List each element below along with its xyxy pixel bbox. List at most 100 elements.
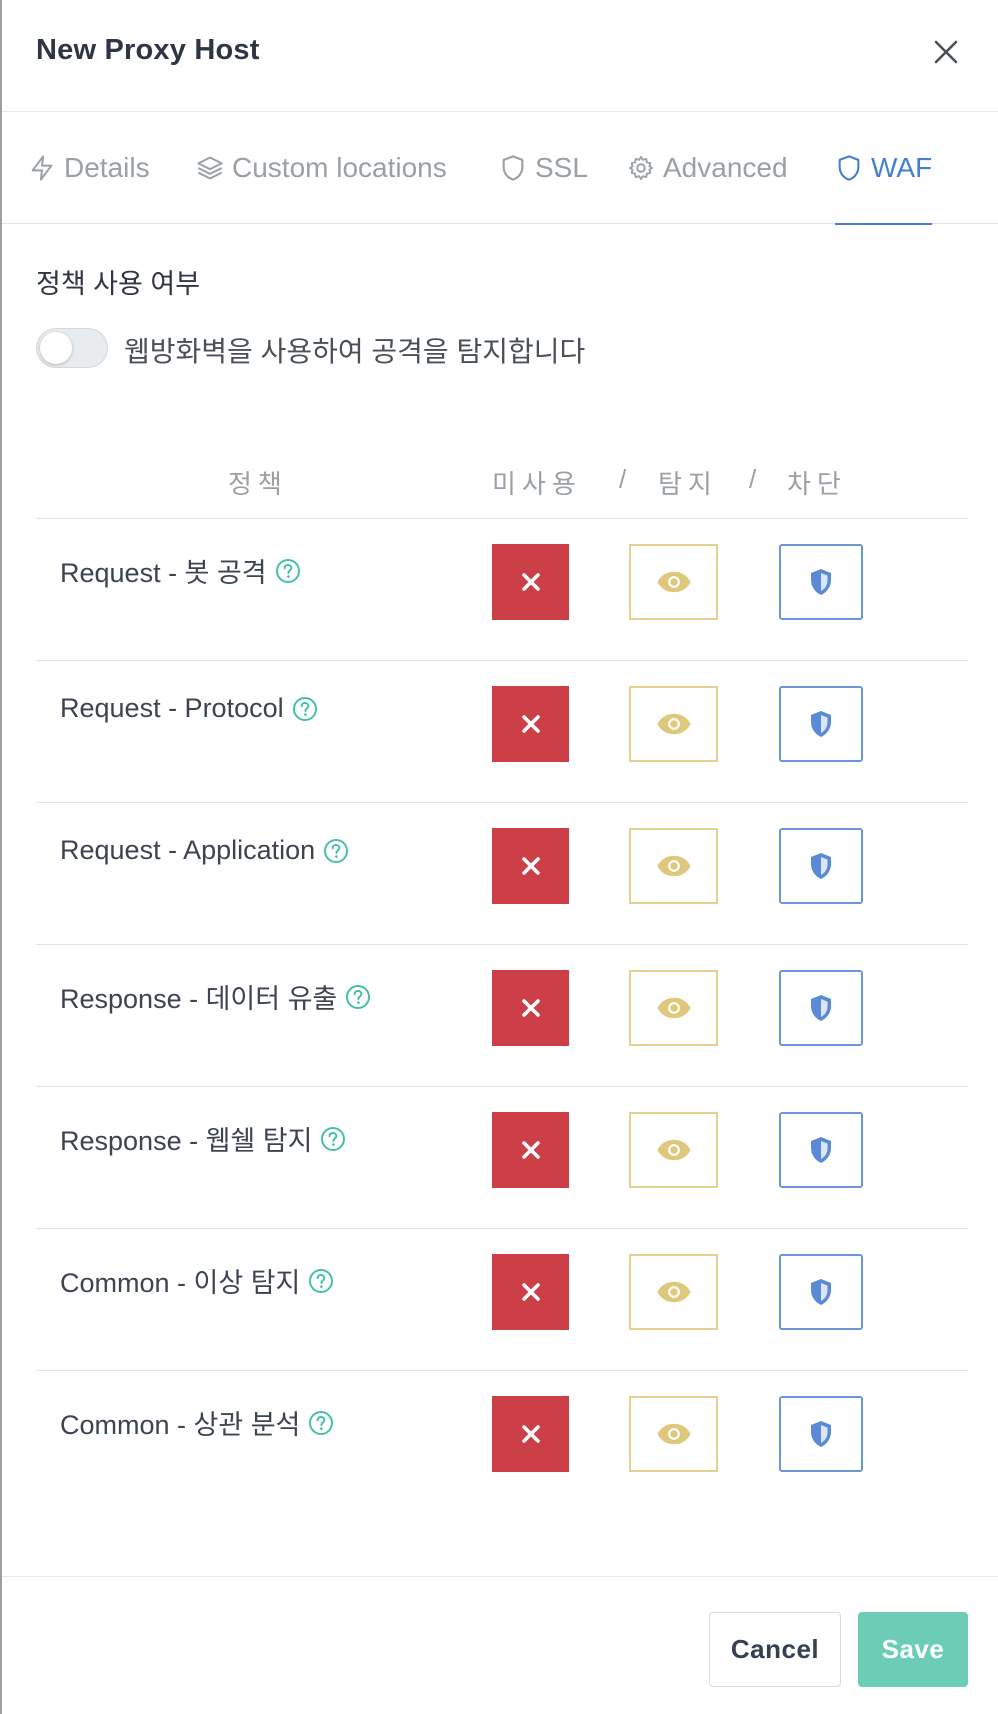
shield-icon [811, 711, 831, 737]
lightning-icon [31, 155, 53, 181]
close-icon [521, 715, 540, 733]
tab-label: Custom locations [232, 152, 447, 183]
policy-name: Common - 이상 탐지 [60, 1268, 301, 1298]
waf-toggle[interactable] [36, 328, 108, 368]
detect-button[interactable] [629, 544, 718, 620]
detect-button[interactable] [629, 828, 718, 904]
column-header-block: 차단 [787, 469, 847, 499]
policy-row: Common - 이상 탐지 [36, 1228, 968, 1370]
tab-waf[interactable]: WAF [835, 112, 933, 225]
policy-label-group: Response - 웹쉘 탐지 [60, 1119, 346, 1158]
detect-button[interactable] [629, 1396, 718, 1472]
toggle-knob [40, 332, 72, 364]
disable-button[interactable] [492, 828, 569, 904]
eye-icon [656, 571, 691, 593]
tab-label: SSL [535, 152, 588, 183]
shield-icon [838, 155, 860, 181]
shield-icon [811, 1137, 831, 1163]
tab-label: WAF [871, 152, 933, 183]
eye-icon [656, 713, 691, 735]
tab-label: Advanced [663, 152, 788, 183]
policy-label-group: Request - Protocol [60, 693, 318, 724]
close-icon [934, 40, 958, 64]
waf-toggle-label: 웹방화벽을 사용하여 공격을 탐지합니다 [124, 336, 586, 367]
disable-button[interactable] [492, 1112, 569, 1188]
policy-label-group: Response - 데이터 유출 [60, 977, 371, 1016]
close-icon [521, 857, 540, 875]
shield-icon [811, 1421, 831, 1447]
cancel-button[interactable]: Cancel [709, 1612, 841, 1687]
help-icon[interactable] [308, 1268, 334, 1294]
help-icon[interactable] [292, 696, 318, 722]
policy-label-group: Common - 상관 분석 [60, 1403, 334, 1442]
policy-label-group: Request - 봇 공격 [60, 551, 301, 590]
shield-icon [811, 1279, 831, 1305]
help-icon[interactable] [275, 558, 301, 584]
tab-advanced[interactable]: Advanced [627, 112, 788, 224]
tab-details[interactable]: Details [28, 112, 150, 224]
close-icon [521, 1425, 540, 1443]
close-icon [521, 1141, 540, 1159]
policy-name: Request - Application [60, 835, 316, 865]
tab-ssl[interactable]: SSL [499, 112, 588, 224]
modal-title: New Proxy Host [36, 34, 260, 66]
close-icon [521, 573, 540, 591]
help-icon[interactable] [308, 1410, 334, 1436]
modal-footer: Cancel Save [2, 1576, 998, 1714]
detect-button[interactable] [629, 686, 718, 762]
block-button[interactable] [779, 828, 863, 904]
disable-button[interactable] [492, 1254, 569, 1330]
proxy-host-modal: New Proxy Host Details Custom locations … [0, 0, 998, 1714]
policy-row: Request - Application [36, 802, 968, 944]
eye-icon [656, 1281, 691, 1303]
column-separator: / [619, 464, 627, 494]
tab-label: Details [64, 152, 150, 183]
policy-name: Request - 봇 공격 [60, 558, 267, 588]
disable-button[interactable] [492, 686, 569, 762]
eye-icon [656, 1423, 691, 1445]
block-button[interactable] [779, 686, 863, 762]
close-icon [521, 999, 540, 1017]
disable-button[interactable] [492, 1396, 569, 1472]
policy-label-group: Common - 이상 탐지 [60, 1261, 334, 1300]
modal-header: New Proxy Host [2, 0, 998, 112]
shield-icon [502, 155, 524, 181]
help-icon[interactable] [320, 1126, 346, 1152]
block-button[interactable] [779, 1254, 863, 1330]
eye-icon [656, 997, 691, 1019]
column-header-policy: 정책 [228, 469, 288, 499]
close-icon [521, 1283, 540, 1301]
waf-enable-label: 정책 사용 여부 [36, 269, 201, 299]
shield-icon [811, 569, 831, 595]
shield-icon [811, 853, 831, 879]
policy-row: Request - 봇 공격 [36, 518, 968, 660]
policy-row: Response - 웹쉘 탐지 [36, 1086, 968, 1228]
tab-bar: Details Custom locations SSL Advanced WA… [2, 112, 998, 225]
column-header-detect: 탐지 [658, 469, 718, 499]
save-button[interactable]: Save [858, 1612, 968, 1687]
close-button[interactable] [930, 36, 962, 68]
policy-row: Response - 데이터 유출 [36, 944, 968, 1086]
gear-icon [628, 155, 654, 181]
eye-icon [656, 1139, 691, 1161]
help-icon[interactable] [323, 838, 349, 864]
tab-custom-locations[interactable]: Custom locations [196, 112, 447, 224]
detect-button[interactable] [629, 970, 718, 1046]
disable-button[interactable] [492, 544, 569, 620]
policy-name: Response - 데이터 유출 [60, 984, 338, 1014]
layers-icon [197, 156, 223, 180]
block-button[interactable] [779, 544, 863, 620]
column-header-off: 미사용 [492, 469, 582, 499]
help-icon[interactable] [345, 984, 371, 1010]
detect-button[interactable] [629, 1254, 718, 1330]
detect-button[interactable] [629, 1112, 718, 1188]
shield-icon [811, 995, 831, 1021]
block-button[interactable] [779, 970, 863, 1046]
policy-name: Response - 웹쉘 탐지 [60, 1126, 313, 1156]
block-button[interactable] [779, 1396, 863, 1472]
policy-row: Common - 상관 분석 [36, 1370, 968, 1512]
policy-name: Common - 상관 분석 [60, 1410, 301, 1440]
disable-button[interactable] [492, 970, 569, 1046]
block-button[interactable] [779, 1112, 863, 1188]
policy-name: Request - Protocol [60, 693, 284, 723]
